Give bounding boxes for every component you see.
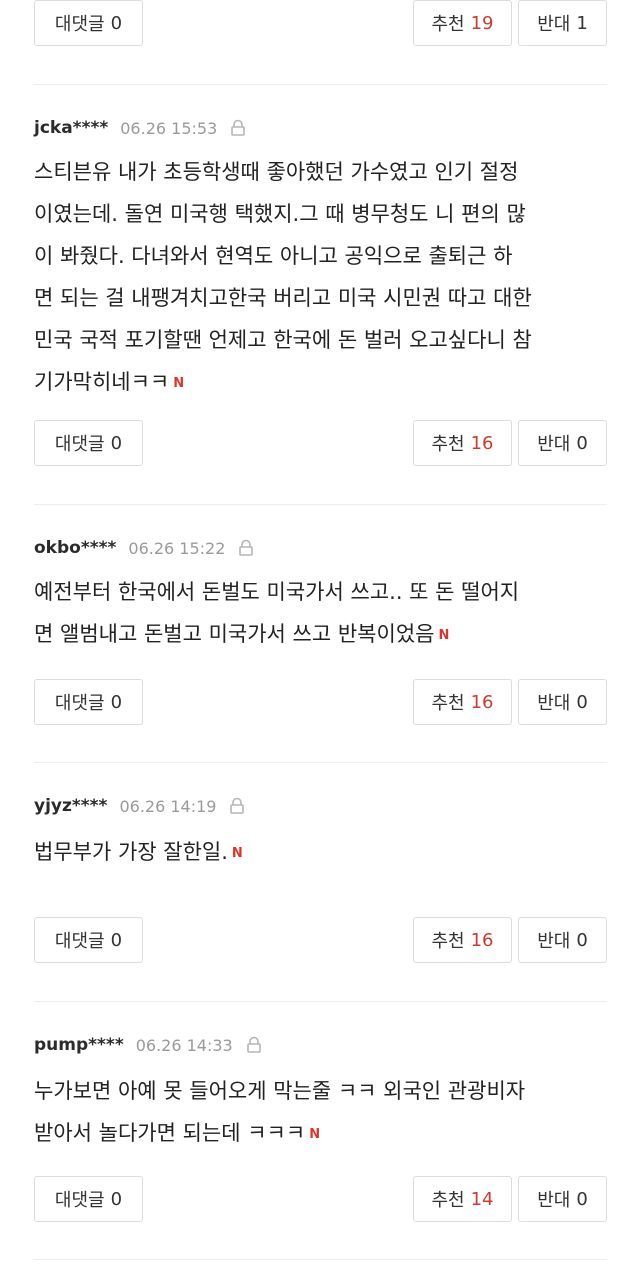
reply-label: 대댓글: [54, 14, 105, 35]
oppose-button[interactable]: 반대 0: [518, 1176, 607, 1222]
reply-count: 0: [110, 691, 123, 713]
lock-icon: [231, 119, 246, 136]
new-badge: N: [309, 1127, 321, 1142]
comment-text: 예전부터 한국에서 돈벌도 미국가서 쓰고.. 또 돈 떨어지 면 앨범내고 돈…: [34, 571, 614, 657]
comment-meta: jcka**** 06.26 15:53: [34, 116, 247, 140]
reply-count: 0: [110, 12, 123, 34]
oppose-label: 반대: [537, 931, 571, 952]
recommend-button[interactable]: 추천 16: [413, 917, 512, 963]
recommend-button[interactable]: 추천 16: [413, 679, 512, 725]
oppose-button[interactable]: 반대 0: [518, 420, 607, 466]
lock-icon: [239, 539, 254, 556]
new-badge: N: [231, 846, 243, 861]
comment-meta: okbo**** 06.26 15:22: [34, 536, 255, 560]
new-badge: N: [173, 376, 185, 391]
reply-label: 대댓글: [54, 1190, 105, 1211]
comment-text: 법무부가 가장 잘한일. N: [34, 831, 614, 875]
recommend-label: 추천: [431, 931, 465, 952]
reply-count: 0: [110, 929, 123, 951]
oppose-count: 0: [576, 1188, 588, 1210]
recommend-label: 추천: [431, 693, 465, 714]
recommend-count: 16: [470, 432, 494, 454]
reply-label: 대댓글: [54, 931, 105, 952]
comment-author: okbo****: [34, 538, 117, 558]
comment-divider: [34, 84, 607, 85]
reply-button[interactable]: 대댓글 0: [34, 679, 143, 725]
comment-divider: [34, 762, 607, 763]
comment-meta: yjyz**** 06.26 14:19: [34, 794, 246, 818]
recommend-button[interactable]: 추천 16: [413, 420, 512, 466]
recommend-count: 14: [470, 1188, 494, 1210]
oppose-button[interactable]: 반대 1: [518, 0, 607, 46]
oppose-label: 반대: [537, 14, 571, 35]
comment-author: jcka****: [34, 118, 109, 138]
recommend-count: 19: [470, 12, 494, 34]
oppose-count: 0: [576, 432, 588, 454]
recommend-button[interactable]: 추천 14: [413, 1176, 512, 1222]
comment-date: 06.26 15:53: [120, 118, 218, 138]
comment-date: 06.26 15:22: [128, 538, 226, 558]
comment-meta: pump**** 06.26 14:33: [34, 1033, 263, 1057]
reply-label: 대댓글: [54, 434, 105, 455]
comment-author: pump****: [34, 1035, 124, 1055]
oppose-count: 0: [576, 691, 588, 713]
comment-text: 스티븐유 내가 초등학생때 좋아했던 가수였고 인기 절정 이였는데. 돌연 미…: [34, 151, 614, 405]
recommend-button[interactable]: 추천 19: [413, 0, 512, 46]
reply-button[interactable]: 대댓글 0: [34, 0, 143, 46]
oppose-count: 0: [576, 929, 588, 951]
reply-button[interactable]: 대댓글 0: [34, 917, 143, 963]
recommend-label: 추천: [431, 434, 465, 455]
comment-divider: [34, 504, 607, 505]
comment-text: 누가보면 아예 못 들어오게 막는줄 ㅋㅋ 외국인 관광비자 받아서 놀다가면 …: [34, 1070, 614, 1156]
comment-divider: [34, 1259, 607, 1260]
comment-date: 06.26 14:19: [119, 796, 217, 816]
comment-divider: [34, 1001, 607, 1002]
comment-date: 06.26 14:33: [135, 1035, 233, 1055]
lock-icon: [246, 1036, 261, 1053]
reply-count: 0: [110, 432, 123, 454]
reply-label: 대댓글: [54, 693, 105, 714]
recommend-count: 16: [470, 929, 494, 951]
recommend-label: 추천: [431, 14, 465, 35]
recommend-count: 16: [470, 691, 494, 713]
reply-button[interactable]: 대댓글 0: [34, 420, 143, 466]
oppose-button[interactable]: 반대 0: [518, 679, 607, 725]
reply-button[interactable]: 대댓글 0: [34, 1176, 143, 1222]
lock-icon: [230, 797, 245, 814]
comment-author: yjyz****: [34, 796, 108, 816]
oppose-count: 1: [576, 12, 588, 34]
recommend-label: 추천: [431, 1190, 465, 1211]
reply-count: 0: [110, 1188, 123, 1210]
oppose-button[interactable]: 반대 0: [518, 917, 607, 963]
oppose-label: 반대: [537, 1190, 571, 1211]
new-badge: N: [438, 628, 450, 643]
oppose-label: 반대: [537, 693, 571, 714]
oppose-label: 반대: [537, 434, 571, 455]
